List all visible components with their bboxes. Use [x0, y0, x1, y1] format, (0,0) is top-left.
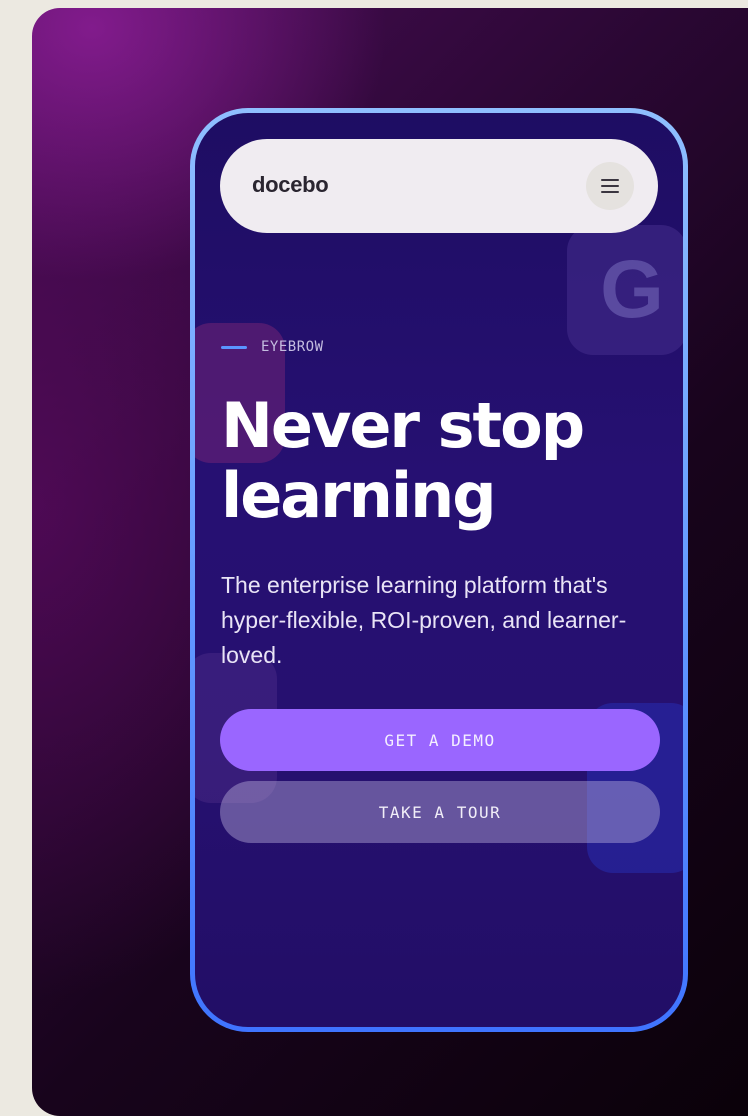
headline-line-1: Never stop: [221, 389, 585, 462]
google-app-tile: G: [567, 225, 683, 355]
eyebrow-text: EYEBROW: [261, 339, 324, 355]
eyebrow: EYEBROW: [221, 339, 324, 355]
hero-card: G docebo EYEBROW Never stop learning The…: [32, 8, 748, 1116]
hamburger-menu-icon: [601, 179, 619, 193]
phone-mockup: G docebo EYEBROW Never stop learning The…: [190, 108, 688, 1032]
headline-line-2: learning: [221, 459, 497, 533]
google-g-letter: G: [600, 244, 664, 335]
get-a-demo-button[interactable]: GET A DEMO: [220, 709, 660, 771]
hero-subtitle: The enterprise learning platform that's …: [221, 572, 627, 668]
navbar: docebo: [220, 139, 658, 233]
menu-button[interactable]: [586, 162, 634, 210]
eyebrow-accent-line: [221, 345, 247, 349]
docebo-logo[interactable]: docebo: [252, 172, 329, 198]
take-a-tour-button[interactable]: TAKE A TOUR: [220, 781, 660, 843]
hero-headline: Never stop learning: [221, 389, 661, 533]
